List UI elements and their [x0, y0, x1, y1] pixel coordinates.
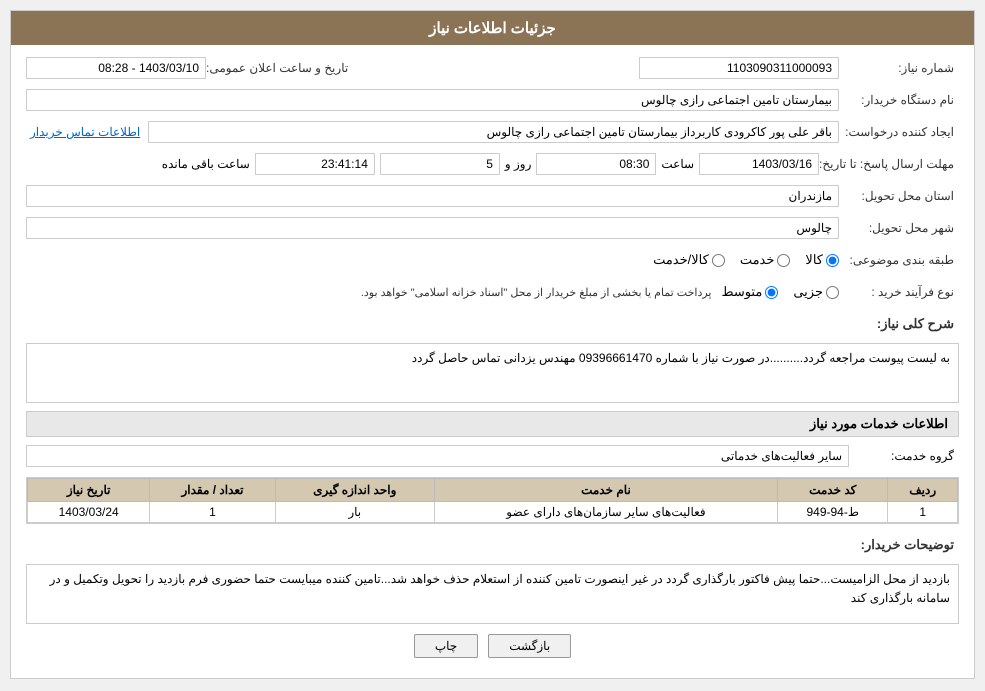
org-name-row: نام دستگاه خریدار: بیمارستان تامین اجتما…: [26, 87, 959, 113]
back-button[interactable]: بازگشت: [488, 634, 571, 658]
col-code: کد خدمت: [778, 479, 888, 502]
print-button[interactable]: چاپ: [414, 634, 478, 658]
process-radio-jozi[interactable]: [826, 286, 839, 299]
org-name-value: بیمارستان تامین اجتماعی رازی چالوس: [26, 89, 839, 111]
process-label-jozi: جزیی: [793, 284, 823, 300]
category-radio-group: کالا خدمت کالا/خدمت: [653, 252, 839, 268]
process-radio-motavasset[interactable]: [765, 286, 778, 299]
col-qty: تعداد / مقدار: [150, 479, 275, 502]
remaining-label: ساعت باقی مانده: [162, 157, 250, 171]
header-title: جزئیات اطلاعات نیاز: [429, 20, 556, 37]
col-date: تاریخ نیاز: [28, 479, 150, 502]
buyer-notes-section: توضیحات خریدار:: [26, 532, 959, 558]
services-section-title: اطلاعات خدمات مورد نیاز: [26, 411, 959, 437]
service-group-value: سایر فعالیت‌های خدماتی: [26, 445, 849, 467]
content-area: شماره نیاز: 1103090311000093 تاریخ و ساع…: [11, 45, 974, 678]
city-row: شهر محل تحویل: چالوس: [26, 215, 959, 241]
cell-qty: 1: [150, 502, 275, 523]
process-label-motavasset: متوسط: [721, 284, 762, 300]
need-number-value: 1103090311000093: [639, 57, 839, 79]
process-radio-group: جزیی متوسط: [721, 284, 839, 300]
process-row: نوع فرآیند خرید : جزیی متوسط پرداخت تمام…: [26, 279, 959, 305]
category-option-2[interactable]: خدمت: [740, 252, 791, 268]
cell-code: ط-94-949: [778, 502, 888, 523]
cell-unit: بار: [275, 502, 434, 523]
category-label: طبقه بندی موضوعی:: [839, 253, 959, 267]
description-label: شرح کلی نیاز:: [839, 316, 959, 332]
category-radio-kala[interactable]: [826, 254, 839, 267]
deadline-remaining: 23:41:14: [255, 153, 375, 175]
category-option-1[interactable]: کالا: [805, 252, 839, 268]
process-label: نوع فرآیند خرید :: [839, 285, 959, 299]
creator-link[interactable]: اطلاعات تماس خریدار: [30, 125, 140, 139]
category-option-3[interactable]: کالا/خدمت: [653, 252, 725, 268]
services-table-container: ردیف کد خدمت نام خدمت واحد اندازه گیری ت…: [26, 477, 959, 524]
col-unit: واحد اندازه گیری: [275, 479, 434, 502]
creator-label: ایجاد کننده درخواست:: [839, 125, 959, 139]
process-option-jozi[interactable]: جزیی: [793, 284, 839, 300]
col-row-num: ردیف: [888, 479, 958, 502]
days-label: روز و: [505, 157, 532, 171]
creator-value: باقر علی پور کاکرودی کاربرداز بیمارستان …: [148, 121, 839, 143]
col-name: نام خدمت: [434, 479, 777, 502]
service-group-row: گروه خدمت: سایر فعالیت‌های خدماتی: [26, 443, 959, 469]
creator-row: ایجاد کننده درخواست: باقر علی پور کاکرود…: [26, 119, 959, 145]
need-number-row: شماره نیاز: 1103090311000093 تاریخ و ساع…: [26, 55, 959, 81]
category-row: طبقه بندی موضوعی: کالا خدمت کالا/خدمت: [26, 247, 959, 273]
buyer-notes-label: توضیحات خریدار:: [839, 537, 959, 553]
page-header: جزئیات اطلاعات نیاز: [11, 11, 974, 45]
deadline-time: 08:30: [536, 153, 656, 175]
table-row: 1 ط-94-949 فعالیت‌های سایر سازمان‌های دا…: [28, 502, 958, 523]
process-note: پرداخت تمام یا بخشی از مبلغ خریدار از مح…: [361, 286, 712, 299]
deadline-date: 1403/03/16: [699, 153, 819, 175]
category-radio-khedmat[interactable]: [777, 254, 790, 267]
province-label: استان محل تحویل:: [839, 189, 959, 203]
category-label-kala-khedmat: کالا/خدمت: [653, 252, 709, 268]
category-label-kala: کالا: [805, 252, 823, 268]
main-container: جزئیات اطلاعات نیاز شماره نیاز: 11030903…: [10, 10, 975, 679]
deadline-days: 5: [380, 153, 500, 175]
cell-date: 1403/03/24: [28, 502, 150, 523]
org-name-label: نام دستگاه خریدار:: [839, 93, 959, 107]
services-table: ردیف کد خدمت نام خدمت واحد اندازه گیری ت…: [27, 478, 958, 523]
deadline-label: مهلت ارسال پاسخ: تا تاریخ:: [819, 157, 959, 171]
description-value: به لیست پیوست مراجعه گردد..........در صو…: [26, 343, 959, 403]
city-value: چالوس: [26, 217, 839, 239]
announcement-label: تاریخ و ساعت اعلان عمومی:: [206, 61, 353, 75]
cell-row-num: 1: [888, 502, 958, 523]
announcement-value: 1403/03/10 - 08:28: [26, 57, 206, 79]
time-label: ساعت: [661, 157, 694, 171]
city-label: شهر محل تحویل:: [839, 221, 959, 235]
service-group-label: گروه خدمت:: [849, 449, 959, 463]
deadline-row: مهلت ارسال پاسخ: تا تاریخ: 1403/03/16 سا…: [26, 151, 959, 177]
cell-name: فعالیت‌های سایر سازمان‌های دارای عضو: [434, 502, 777, 523]
table-header-row: ردیف کد خدمت نام خدمت واحد اندازه گیری ت…: [28, 479, 958, 502]
province-value: مازندران: [26, 185, 839, 207]
category-radio-kala-khedmat[interactable]: [712, 254, 725, 267]
category-label-khedmat: خدمت: [740, 252, 775, 268]
province-row: استان محل تحویل: مازندران: [26, 183, 959, 209]
button-row: بازگشت چاپ: [26, 634, 959, 658]
need-number-label: شماره نیاز:: [839, 61, 959, 75]
description-section-title: شرح کلی نیاز:: [26, 311, 959, 337]
description-row: به لیست پیوست مراجعه گردد..........در صو…: [26, 343, 959, 403]
buyer-notes-row: بازدید از محل الزامیست...حتما پیش فاکتور…: [26, 564, 959, 624]
buyer-notes-value: بازدید از محل الزامیست...حتما پیش فاکتور…: [26, 564, 959, 624]
process-option-motavasset[interactable]: متوسط: [721, 284, 778, 300]
